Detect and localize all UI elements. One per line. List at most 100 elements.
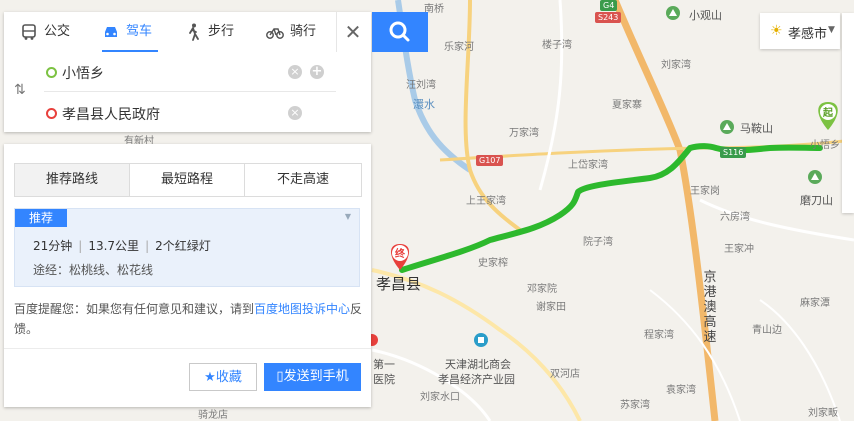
end-input[interactable]: 孝昌县人民政府 [62, 104, 160, 124]
tab-walk[interactable]: 步行 [184, 12, 234, 52]
place-label: 六房湾 [720, 212, 750, 223]
highway-label: 京港澳高速 [703, 270, 717, 345]
weather-icon: ☀ [770, 23, 783, 39]
plan-stats: 21分钟 | 13.7公里 | 2个红绿灯 [33, 237, 211, 254]
place-label: 王家冲 [724, 244, 754, 255]
mountain-icon [720, 120, 734, 134]
city-label: 孝昌县 [376, 275, 422, 293]
search-button[interactable] [372, 12, 428, 52]
route-plan[interactable]: 推荐 ▼ 21分钟 | 13.7公里 | 2个红绿灯 途经：松桃线、松花线 [14, 208, 360, 287]
active-tab-indicator [102, 50, 158, 52]
route-result-panel: 推荐路线 最短路程 不走高速 推荐 ▼ 21分钟 | 13.7公里 | 2个红绿灯 途经… [4, 144, 371, 407]
road-shield: S243 [595, 12, 622, 23]
add-waypoint-icon[interactable]: + [310, 65, 324, 79]
road-shield: G4 [600, 0, 618, 11]
place-label: 刘家水口 [420, 392, 460, 403]
mountain-label: 马鞍山 [740, 122, 773, 135]
place-label: 史家榨 [478, 258, 508, 269]
map-toolbar[interactable] [842, 13, 854, 213]
clear-icon[interactable]: × [288, 65, 302, 79]
search-icon [389, 21, 410, 42]
bus-icon [22, 23, 36, 40]
city-selector[interactable]: ☀ 孝感市 ▼ [760, 13, 840, 49]
place-label: 骑龙店 [198, 410, 228, 421]
place-label: 小悟乡 [810, 140, 840, 151]
favorite-label: 收藏 [215, 370, 242, 385]
plan-time: 21分钟 [33, 239, 73, 253]
tip-text: 百度提醒您：如果您有任何意见和建议，请到 [14, 302, 255, 316]
complaint-center-link[interactable]: 百度地图投诉中心 [254, 302, 350, 316]
place-label: 乐家河 [444, 42, 474, 53]
phone-icon: ▯ [276, 369, 284, 384]
place-label: 青山边 [752, 325, 782, 336]
end-dot-icon [46, 108, 57, 119]
place-label: 上王家湾 [466, 196, 506, 207]
place-label: 汪刘湾 [406, 80, 436, 91]
place-label: 双河店 [550, 369, 580, 380]
place-label: 夏家寨 [612, 100, 642, 111]
road-shield: S116 [720, 147, 747, 158]
option-shortest[interactable]: 最短路程 [130, 164, 245, 196]
separator: | [78, 239, 83, 253]
star-icon: ★ [204, 370, 216, 385]
place-label: 万家湾 [509, 128, 539, 139]
place-label: 刘家湾 [661, 60, 691, 71]
send-label: 发送到手机 [283, 369, 349, 384]
tab-bike[interactable]: 骑行 [266, 12, 316, 52]
close-icon[interactable]: ✕ [342, 22, 364, 44]
clear-icon[interactable]: × [288, 106, 302, 120]
favorite-button[interactable]: ★收藏 [189, 363, 257, 391]
place-label: 孝昌经济产业园 [438, 373, 515, 386]
bike-icon [266, 27, 284, 39]
option-no-highway[interactable]: 不走高速 [245, 164, 361, 196]
feedback-tip: 百度提醒您：如果您有任何意见和建议，请到百度地图投诉中心反馈。 [14, 299, 364, 339]
end-input-row[interactable]: 孝昌县人民政府 × [4, 94, 336, 132]
start-input-row[interactable]: 小悟乡 × + [4, 53, 336, 91]
place-label: 院子湾 [583, 237, 613, 248]
place-label: 邓家院 [527, 284, 557, 295]
river-label: 澴水 [413, 98, 435, 111]
tab-label: 公交 [44, 24, 71, 39]
place-label: 袁家湾 [666, 385, 696, 396]
option-recommended[interactable]: 推荐路线 [15, 164, 130, 196]
chevron-down-icon: ▼ [828, 25, 835, 35]
tab-bus[interactable]: 公交 [20, 12, 70, 52]
walk-icon [189, 23, 199, 41]
tab-label: 步行 [208, 24, 235, 39]
separator: | [145, 239, 150, 253]
place-label: 楼子湾 [542, 40, 572, 51]
mountain-icon [666, 6, 680, 20]
plan-lights: 2个红绿灯 [155, 239, 211, 253]
plan-via: 途经：松桃线、松花线 [33, 263, 154, 277]
start-input[interactable]: 小悟乡 [62, 63, 104, 83]
place-label: 上岱家湾 [568, 160, 608, 171]
divider [4, 348, 371, 349]
place-label: 程家湾 [644, 330, 674, 341]
place-label: 麻家潭 [800, 298, 830, 309]
car-icon [105, 26, 117, 37]
place-label: 天津湖北商会 [445, 358, 511, 371]
road-shield: G107 [476, 155, 504, 166]
tab-car[interactable]: 驾车 [102, 12, 152, 52]
mountain-icon [808, 170, 822, 184]
divider [44, 91, 336, 92]
company-icon [474, 333, 488, 347]
place-label: 谢家田 [536, 302, 566, 313]
mode-tabs: 公交 驾车 步行 骑行 [4, 12, 336, 52]
place-label: 王家岗 [690, 186, 720, 197]
chevron-down-icon[interactable]: ▼ [345, 212, 351, 221]
city-name: 孝感市 [788, 27, 828, 42]
start-dot-icon [46, 67, 57, 78]
plan-distance: 13.7公里 [88, 239, 140, 253]
route-search-card: 公交 驾车 步行 骑行 ✕ ⇅ 小悟乡 × + 孝昌县人民政府 × [4, 12, 371, 132]
divider [336, 12, 337, 52]
plan-badge: 推荐 [15, 209, 67, 227]
mountain-label: 小观山 [689, 9, 722, 22]
send-to-phone-button[interactable]: ▯发送到手机 [264, 363, 361, 391]
start-marker-label: 起 [822, 106, 834, 119]
route-options: 推荐路线 最短路程 不走高速 [14, 163, 362, 197]
tab-label: 骑行 [290, 24, 317, 39]
place-label: 苏家湾 [620, 400, 650, 411]
place-label: 刘家畈 [808, 408, 838, 419]
place-label: 医院 [373, 373, 395, 386]
